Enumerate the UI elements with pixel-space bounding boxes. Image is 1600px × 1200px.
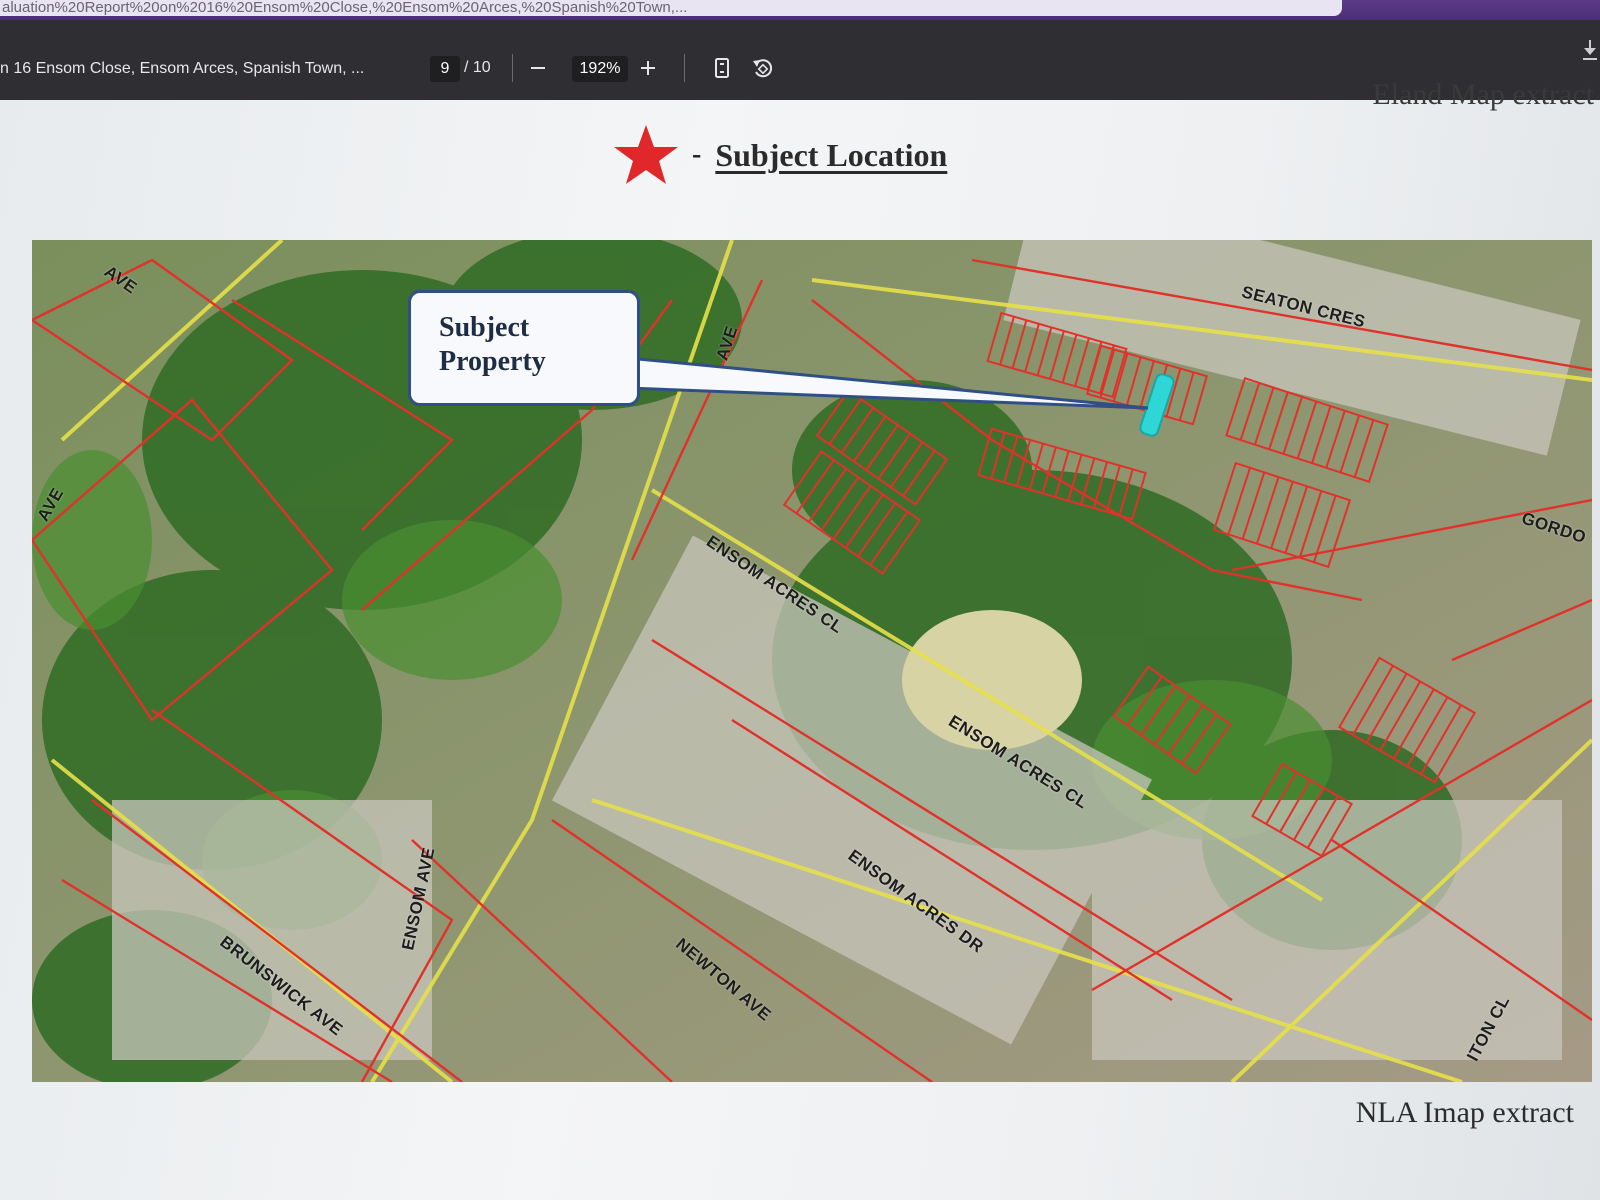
browser-url-strip: aluation%20Report%20on%2016%20Ensom%20Cl…	[0, 0, 1600, 20]
star-icon	[614, 125, 678, 184]
rotate-button[interactable]	[748, 54, 776, 82]
zoom-in-button[interactable]	[634, 54, 662, 82]
parcel-map-image	[32, 240, 1592, 1082]
page-number-input[interactable]: 9	[430, 56, 460, 82]
document-title: n 16 Ensom Close, Ensom Arces, Spanish T…	[0, 60, 365, 77]
toolbar-divider	[684, 54, 685, 82]
zoom-out-button[interactable]	[524, 54, 552, 82]
minus-icon	[531, 67, 545, 69]
legend-dash: -	[692, 139, 702, 170]
subject-property-callout: Subject Property	[408, 290, 640, 406]
eland-map-caption: Eland Map extract	[1372, 78, 1594, 111]
legend: - Subject Location	[610, 120, 947, 190]
aerial-map: Subject Property AVE AVE AVE SEATON CRES…	[32, 240, 1592, 1082]
address-bar[interactable]: aluation%20Report%20on%2016%20Ensom%20Cl…	[0, 0, 1342, 16]
callout-text: Subject Property	[439, 311, 546, 379]
callout-line-1: Subject	[439, 312, 530, 343]
document-page: Eland Map extract - Subject Location Sub…	[0, 78, 1600, 1200]
fit-page-button[interactable]	[708, 54, 736, 82]
fit-page-icon	[715, 58, 729, 78]
nla-map-caption: NLA Imap extract	[1355, 1096, 1574, 1129]
zoom-level-input[interactable]: 192%	[572, 56, 628, 82]
rotate-icon	[753, 59, 773, 78]
download-icon	[1583, 40, 1597, 60]
legend-label: Subject Location	[715, 136, 948, 173]
page-total: / 10	[464, 59, 491, 76]
callout-line-2: Property	[439, 346, 546, 377]
plus-icon	[641, 61, 655, 75]
toolbar-divider	[512, 54, 513, 82]
download-button[interactable]	[1580, 38, 1600, 62]
pdf-toolbar: n 16 Ensom Close, Ensom Arces, Spanish T…	[0, 20, 1600, 100]
